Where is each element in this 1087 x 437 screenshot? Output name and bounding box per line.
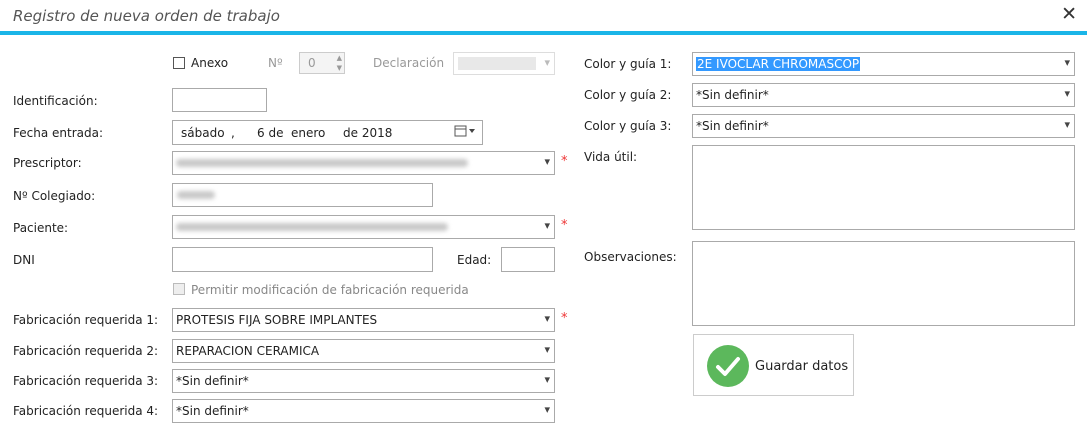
window-titlebar: Registro de nueva orden de trabajo ✕: [0, 0, 1087, 31]
chevron-down-icon[interactable]: ▾: [1064, 118, 1070, 131]
identificacion-input[interactable]: [172, 88, 267, 112]
identificacion-label: Identificación:: [13, 94, 98, 108]
permitir-checkbox[interactable]: [173, 283, 185, 295]
fecha-label: Fecha entrada:: [13, 126, 103, 140]
dni-input[interactable]: [172, 247, 433, 272]
vida-textarea[interactable]: [692, 145, 1075, 230]
fab1-select[interactable]: PROTESIS FIJA SOBRE IMPLANTES ▾: [172, 308, 555, 332]
vida-label: Vida útil:: [584, 150, 638, 164]
color1-selected-text: 2E IVOCLAR CHROMASCOP: [696, 57, 861, 71]
chevron-down-icon[interactable]: ▾: [544, 373, 550, 386]
permitir-label: Permitir modificación de fabricación req…: [191, 283, 469, 297]
fecha-datepicker[interactable]: sábado , 6 de enero de 2018: [172, 120, 483, 145]
numero-value: 0: [308, 56, 316, 70]
chevron-down-icon[interactable]: ▾: [544, 403, 550, 416]
chevron-down-icon[interactable]: ▾: [544, 219, 550, 232]
chevron-down-icon[interactable]: ▾: [544, 312, 550, 325]
required-mark: *: [561, 311, 568, 326]
declaracion-select[interactable]: ▾: [453, 52, 555, 75]
numero-label: Nº: [268, 56, 283, 70]
title-accent-bar: [0, 31, 1087, 35]
fab4-value: *Sin definir*: [176, 404, 249, 418]
chevron-down-icon[interactable]: ▾: [1064, 87, 1070, 100]
prescriptor-select[interactable]: ▾: [172, 151, 555, 175]
color1-select[interactable]: 2E IVOCLAR CHROMASCOP ▾: [692, 52, 1075, 76]
colegiado-input[interactable]: [172, 183, 433, 207]
calendar-icon[interactable]: [454, 124, 478, 141]
fecha-weekday: sábado: [181, 126, 225, 140]
required-mark: *: [561, 154, 568, 169]
fab2-label: Fabricación requerida 2:: [13, 344, 159, 358]
prescriptor-value-redacted: [176, 156, 468, 170]
fab1-label: Fabricación requerida 1:: [13, 313, 159, 327]
fecha-day: 6 de: [257, 126, 284, 140]
anexo-label: Anexo: [191, 56, 229, 70]
edad-input[interactable]: [501, 247, 555, 272]
fab3-value: *Sin definir*: [176, 374, 249, 388]
declaracion-placeholder: [458, 57, 536, 70]
fab4-select[interactable]: *Sin definir* ▾: [172, 399, 555, 423]
fecha-sep: ,: [231, 126, 235, 140]
window-title: Registro de nueva orden de trabajo: [13, 7, 280, 25]
color1-value: 2E IVOCLAR CHROMASCOP: [696, 57, 861, 71]
fab1-value: PROTESIS FIJA SOBRE IMPLANTES: [176, 313, 378, 327]
prescriptor-label: Prescriptor:: [13, 156, 82, 170]
save-button[interactable]: Guardar datos: [693, 334, 854, 396]
chevron-down-icon[interactable]: ▾: [544, 343, 550, 356]
fecha-year: de 2018: [343, 126, 393, 140]
paciente-label: Paciente:: [13, 221, 69, 235]
observaciones-textarea[interactable]: [692, 241, 1075, 326]
color2-select[interactable]: *Sin definir* ▾: [692, 83, 1075, 107]
close-icon[interactable]: ✕: [1061, 4, 1077, 24]
declaracion-label: Declaración: [373, 56, 445, 70]
color3-value: *Sin definir*: [696, 119, 769, 133]
dni-label: DNI: [13, 253, 35, 267]
paciente-select[interactable]: ▾: [172, 215, 555, 239]
save-button-label: Guardar datos: [755, 359, 849, 374]
fab4-label: Fabricación requerida 4:: [13, 404, 159, 418]
color1-label: Color y guía 1:: [584, 57, 672, 71]
color2-label: Color y guía 2:: [584, 88, 672, 102]
colegiado-value-redacted: [177, 191, 215, 199]
color3-select[interactable]: *Sin definir* ▾: [692, 114, 1075, 138]
numero-stepper[interactable]: 0 ▲ ▼: [299, 52, 345, 74]
color3-label: Color y guía 3:: [584, 119, 672, 133]
chevron-down-icon[interactable]: ▾: [544, 155, 550, 168]
chevron-down-icon[interactable]: ▾: [1064, 56, 1070, 69]
check-icon: [707, 345, 749, 387]
anexo-checkbox[interactable]: [173, 57, 185, 69]
fab3-label: Fabricación requerida 3:: [13, 374, 159, 388]
edad-label: Edad:: [457, 253, 492, 267]
paciente-value-redacted: [176, 220, 448, 234]
fecha-month: enero: [291, 126, 326, 140]
fab3-select[interactable]: *Sin definir* ▾: [172, 369, 555, 393]
fab2-select[interactable]: REPARACION CERAMICA ▾: [172, 339, 555, 363]
color2-value: *Sin definir*: [696, 88, 769, 102]
chevron-down-icon[interactable]: ▾: [544, 56, 550, 69]
colegiado-label: Nº Colegiado:: [13, 189, 96, 203]
required-mark: *: [561, 218, 568, 233]
obs-label: Observaciones:: [584, 250, 677, 264]
stepper-arrows-icon[interactable]: ▲ ▼: [337, 53, 342, 73]
fab2-value: REPARACION CERAMICA: [176, 344, 320, 358]
